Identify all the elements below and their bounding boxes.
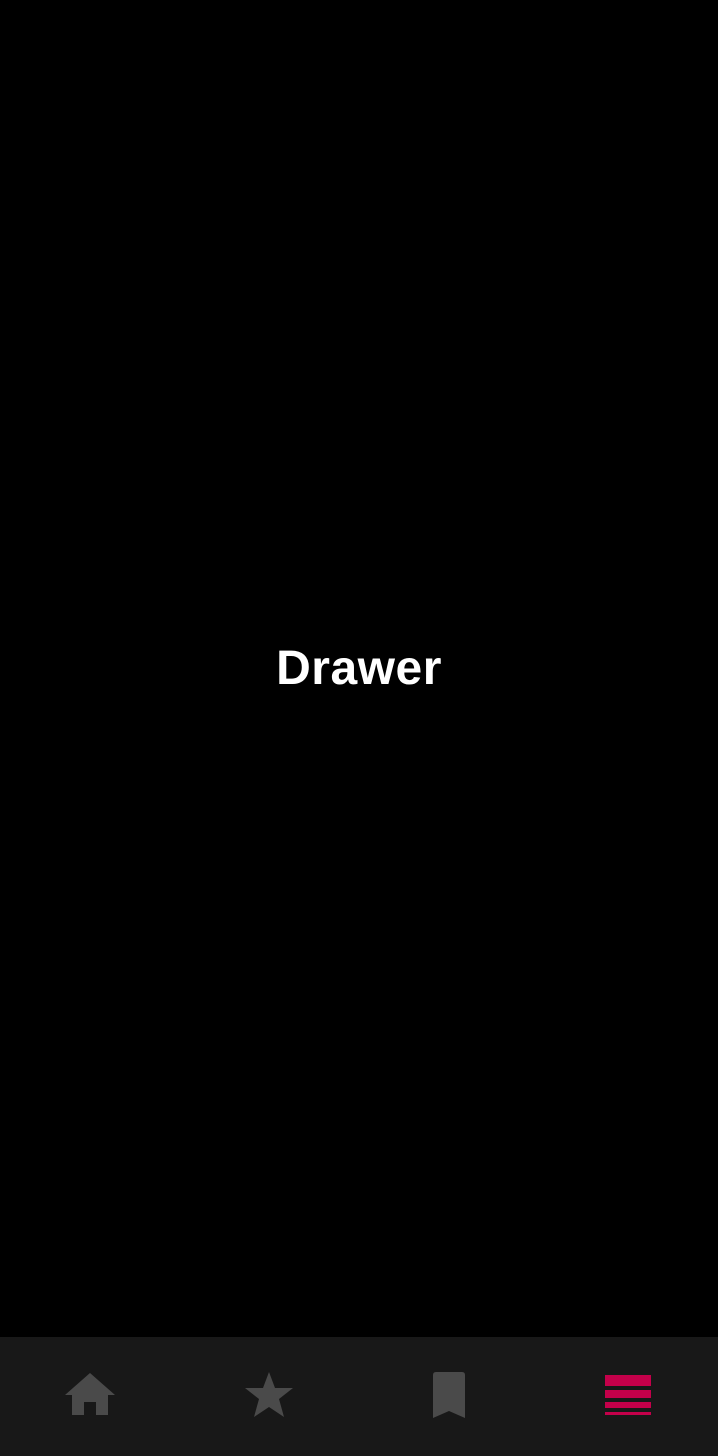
nav-item-bookmarks[interactable] xyxy=(359,1337,539,1456)
bookmark-icon xyxy=(422,1369,476,1423)
home-icon xyxy=(63,1369,117,1423)
app-screen: Drawer xyxy=(0,0,718,1456)
nav-item-home[interactable] xyxy=(0,1337,180,1456)
star-icon xyxy=(242,1369,296,1423)
drawer-menu-icon xyxy=(601,1369,655,1423)
main-content: Drawer xyxy=(0,0,718,1337)
page-title: Drawer xyxy=(276,642,442,695)
nav-item-drawer[interactable] xyxy=(539,1337,718,1456)
nav-item-favorites[interactable] xyxy=(180,1337,360,1456)
bottom-navigation-bar xyxy=(0,1337,718,1456)
